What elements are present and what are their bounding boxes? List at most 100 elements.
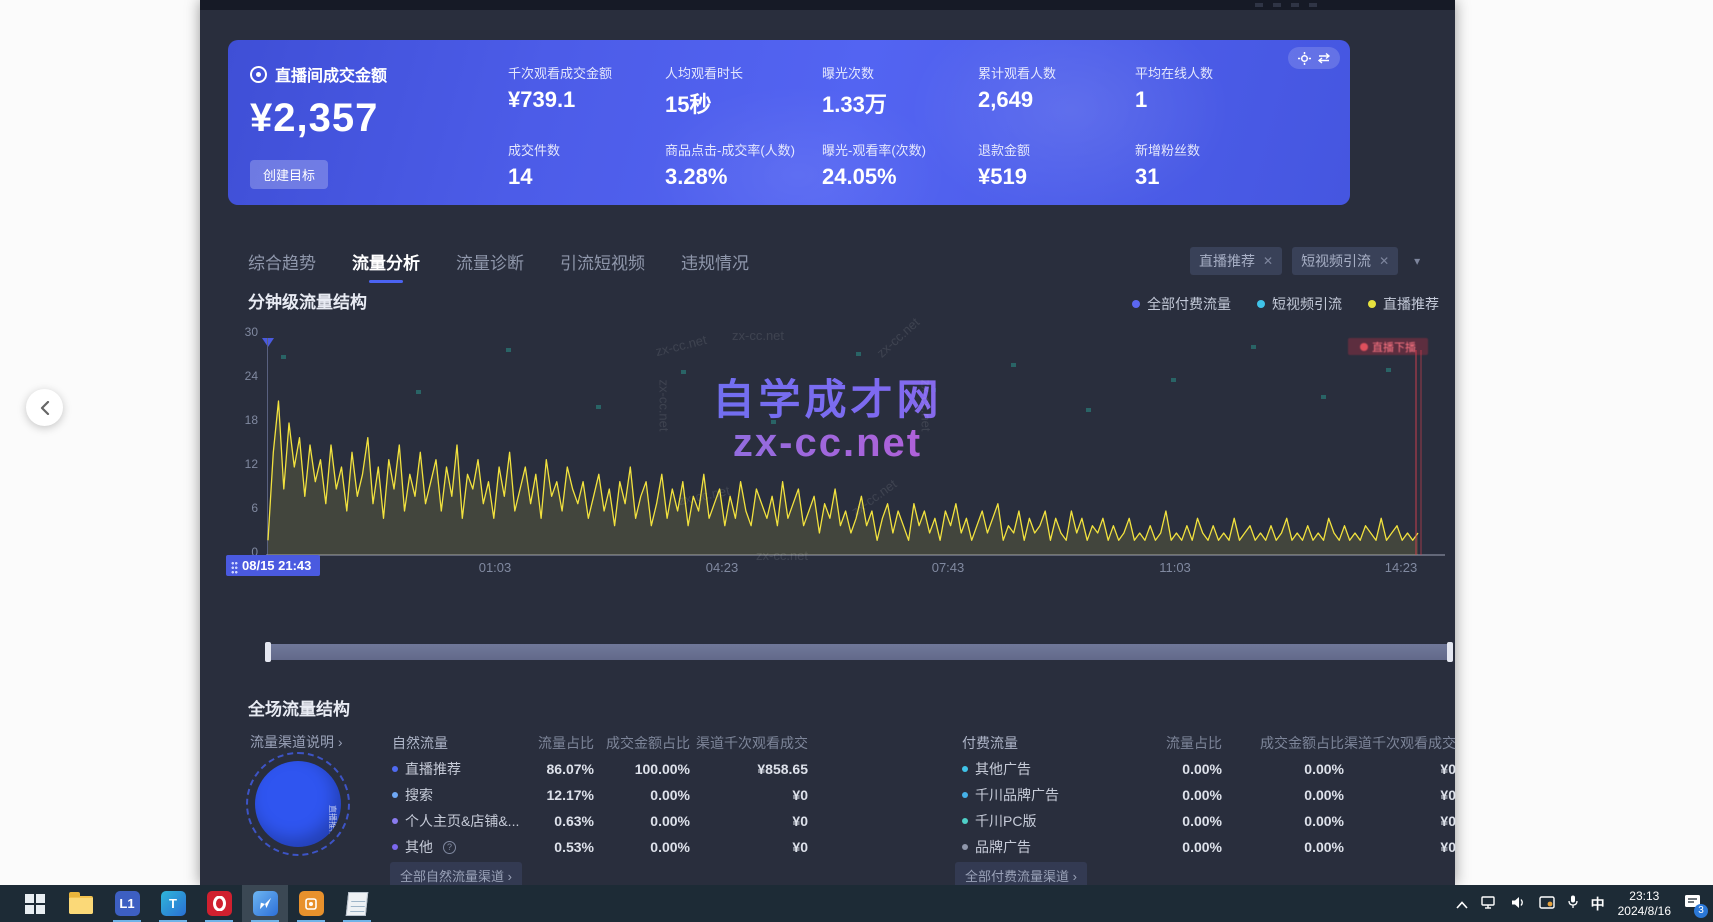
tab-violations[interactable]: 违规情况 — [681, 249, 749, 274]
legend-paid-traffic[interactable]: 全部付费流量 — [1132, 294, 1231, 314]
metric-click-conversion: 商品点击-成交率(人数) 3.28% — [665, 140, 820, 190]
chip-live-recommend[interactable]: 直播推荐✕ — [1190, 247, 1282, 275]
tab-short-video[interactable]: 引流短视频 — [560, 249, 645, 274]
orange-app-icon — [299, 891, 324, 916]
traffic-structure-title: 全场流量结构 — [248, 695, 350, 720]
app-l1-button[interactable]: L1 — [104, 885, 150, 922]
x-tick: 04:23 — [706, 560, 739, 575]
channel-dot — [962, 792, 968, 798]
notification-center-button[interactable]: 3 — [1684, 894, 1701, 914]
clock-time: 23:13 — [1618, 889, 1671, 903]
browser-button[interactable] — [242, 885, 288, 922]
chip-short-video[interactable]: 短视频引流✕ — [1292, 247, 1398, 275]
ime-indicator[interactable]: 中 — [1591, 894, 1605, 914]
desktop-right-margin — [1455, 0, 1713, 885]
tab-overall-trend[interactable]: 综合趋势 — [248, 249, 316, 274]
legend-short-video[interactable]: 短视频引流 — [1257, 294, 1342, 314]
notepad-button[interactable] — [334, 885, 380, 922]
gear-icon[interactable] — [1296, 50, 1312, 66]
metric-view-rate: 曝光-观看率(次数) 24.05% — [822, 140, 977, 190]
chart-start-time-chip[interactable]: 08/15 21:43 — [226, 555, 320, 576]
tab-traffic-diagnosis[interactable]: 流量诊断 — [456, 249, 524, 274]
chevron-down-icon[interactable]: ▾ — [1414, 254, 1420, 268]
create-goal-button[interactable]: 创建目标 — [250, 160, 328, 189]
app-meeting-button[interactable]: T — [150, 885, 196, 922]
traffic-donut-chart: 直播推荐 — [246, 752, 350, 856]
analysis-tabs: 综合趋势 流量分析 流量诊断 引流短视频 违规情况 — [248, 249, 749, 274]
browser-arrow-icon — [253, 891, 278, 916]
scrollbar-left-handle[interactable] — [265, 642, 271, 662]
windows-logo-icon — [25, 894, 45, 914]
titlebar-icons — [1255, 3, 1325, 7]
network-icon[interactable] — [1481, 896, 1498, 912]
close-icon[interactable]: ✕ — [1263, 254, 1273, 268]
channel-dot — [962, 766, 968, 772]
natural-traffic-table: 自然流量 流量占比 成交金额占比 渠道千次观看成交 直播推荐 86.07% 10… — [392, 730, 808, 860]
metric-refund: 退款金额 ¥519 — [978, 140, 1133, 190]
swap-arrows-icon[interactable] — [1316, 50, 1332, 66]
app-opera-button[interactable] — [196, 885, 242, 922]
notification-badge: 3 — [1694, 904, 1708, 918]
x-tick: 07:43 — [932, 560, 965, 575]
table-row: 品牌广告 0.00% 0.00% ¥0 — [962, 834, 1456, 860]
meeting-app-icon: T — [161, 891, 186, 916]
legend-live-recommend[interactable]: 直播推荐 — [1368, 294, 1439, 314]
l1-app-icon: L1 — [115, 891, 140, 916]
app-orange-button[interactable] — [288, 885, 334, 922]
start-button[interactable] — [12, 885, 58, 922]
tab-traffic-analysis[interactable]: 流量分析 — [352, 249, 420, 274]
channel-dot — [392, 818, 398, 824]
tray-expand-chevron-icon[interactable] — [1456, 896, 1468, 912]
metric-new-fans: 新增粉丝数 31 — [1135, 140, 1290, 190]
table-row: 个人主页&店铺&... 0.63% 0.00% ¥0 — [392, 808, 808, 834]
metric-impressions: 曝光次数 1.33万 — [822, 63, 977, 119]
chart-range-scrollbar[interactable] — [266, 644, 1452, 660]
channel-help-link[interactable]: 流量渠道说明 › — [250, 732, 343, 752]
chevron-left-icon — [39, 401, 51, 415]
channel-dot — [962, 818, 968, 824]
screenshot-tool-icon[interactable] — [1539, 896, 1555, 912]
scrollbar-track[interactable] — [266, 644, 1452, 660]
taskbar-clock[interactable]: 23:13 2024/8/16 — [1618, 889, 1671, 918]
y-tick: 30 — [224, 325, 258, 339]
table-row: 搜索 12.17% 0.00% ¥0 — [392, 782, 808, 808]
back-button[interactable] — [26, 389, 63, 426]
legend-dot — [1132, 300, 1140, 308]
metric-avg-online: 平均在线人数 1 — [1135, 63, 1290, 113]
clock-date: 2024/8/16 — [1618, 904, 1671, 918]
legend-dot — [1257, 300, 1265, 308]
gmv-banner: 直播间成交金额 ¥2,357 创建目标 千次观看成交金额 ¥739.1 人均观看… — [228, 40, 1350, 205]
y-tick: 6 — [224, 501, 258, 515]
table-row: 千川品牌广告 0.00% 0.00% ¥0 — [962, 782, 1456, 808]
opera-icon — [207, 891, 232, 916]
speaker-icon[interactable] — [1511, 896, 1526, 912]
metric-gpm: 千次观看成交金额 ¥739.1 — [508, 63, 663, 113]
table-row: 直播推荐 86.07% 100.00% ¥858.65 — [392, 756, 808, 782]
scrollbar-right-handle[interactable] — [1447, 642, 1453, 662]
filter-chips: 直播推荐✕ 短视频引流✕ ▾ — [1190, 247, 1420, 275]
table-header: 自然流量 流量占比 成交金额占比 渠道千次观看成交 — [392, 730, 808, 756]
table-header: 付费流量 流量占比 成交金额占比 渠道千次观看成交 — [962, 730, 1456, 756]
system-tray: 中 23:13 2024/8/16 3 — [1456, 889, 1713, 918]
notepad-icon — [346, 892, 369, 916]
legend-dot — [1368, 300, 1376, 308]
stream-end-badge: 直播下播 — [1348, 338, 1428, 355]
channel-dot — [392, 792, 398, 798]
donut-core: 直播推荐 — [255, 761, 341, 847]
x-tick: 01:03 — [479, 560, 512, 575]
traffic-chart[interactable] — [266, 330, 1445, 562]
microphone-icon[interactable] — [1568, 895, 1578, 912]
metric-total-viewers: 累计观看人数 2,649 — [978, 63, 1133, 113]
info-icon[interactable]: ? — [443, 841, 456, 854]
gmv-value: ¥2,357 — [250, 96, 378, 141]
table-row: 其他? 0.53% 0.00% ¥0 — [392, 834, 808, 860]
channel-dot — [392, 844, 398, 850]
y-tick: 18 — [224, 413, 258, 427]
chart-legend: 全部付费流量 短视频引流 直播推荐 — [1132, 294, 1439, 314]
file-explorer-button[interactable] — [58, 885, 104, 922]
table-row: 其他广告 0.00% 0.00% ¥0 — [962, 756, 1456, 782]
banner-title: 直播间成交金额 — [275, 62, 387, 86]
banner-toolbar — [1288, 47, 1340, 69]
metric-avg-watch-time: 人均观看时长 15秒 — [665, 63, 820, 119]
close-icon[interactable]: ✕ — [1379, 254, 1389, 268]
